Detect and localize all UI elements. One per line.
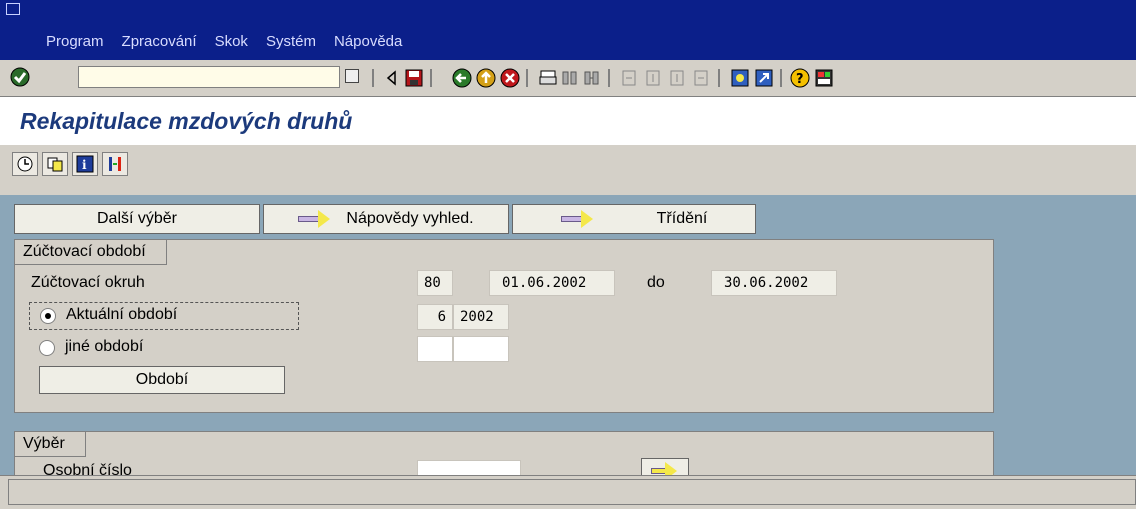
toolbar-separator — [430, 69, 432, 87]
application-toolbar: i — [0, 145, 1136, 195]
menu-system[interactable]: Systém — [266, 33, 316, 50]
collapse-icon[interactable] — [382, 68, 402, 88]
selection-group-title: Výběr — [15, 432, 86, 457]
menu-zpracovani[interactable]: Zpracování — [122, 33, 197, 50]
dalsi-vyber-button[interactable]: Další výběr — [14, 204, 260, 234]
personal-number-label: Osobní číslo — [43, 462, 132, 475]
selection-group: Výběr Osobní číslo — [14, 431, 994, 475]
toolbar-separator — [608, 69, 610, 87]
menu-napoveda[interactable]: Nápověda — [334, 33, 402, 50]
next-page-icon[interactable] — [668, 68, 688, 88]
status-message-field — [8, 479, 1136, 505]
trideni-button[interactable]: Třídění — [512, 204, 756, 234]
toolbar-separator — [526, 69, 528, 87]
arrow-right-icon — [298, 210, 331, 228]
svg-text:?: ? — [796, 72, 804, 87]
arrow-right-icon — [560, 210, 593, 228]
command-field[interactable] — [78, 66, 340, 88]
selection-screen: Další výběr Nápovědy vyhled. Třídění Zúč… — [0, 195, 1136, 475]
menu-program[interactable]: Program — [46, 33, 104, 50]
system-menu-icon[interactable] — [6, 3, 20, 15]
enter-icon[interactable] — [10, 67, 30, 87]
other-period-radio[interactable] — [39, 340, 55, 356]
get-variant-button[interactable] — [42, 152, 68, 176]
screen-title-area: Rekapitulace mzdových druhů — [0, 97, 1136, 145]
napovedy-vyhled-button[interactable]: Nápovědy vyhled. — [263, 204, 509, 234]
do-label: do — [647, 274, 665, 291]
menu-skok[interactable]: Skok — [215, 33, 248, 50]
exit-icon[interactable] — [476, 68, 496, 88]
personal-number-field[interactable] — [417, 460, 521, 475]
current-period-option[interactable]: Aktuální období — [29, 302, 299, 330]
toolbar-separator — [780, 69, 782, 87]
date-from-field: 01.06.2002 — [489, 270, 615, 296]
find-icon[interactable] — [560, 68, 580, 88]
shortcut-icon[interactable] — [754, 68, 774, 88]
multiple-selection-button[interactable] — [641, 458, 689, 475]
print-icon[interactable] — [538, 68, 558, 88]
toolbar-separator — [718, 69, 720, 87]
first-page-icon[interactable] — [620, 68, 640, 88]
page-title: Rekapitulace mzdových druhů — [20, 108, 353, 134]
current-period-label: Aktuální období — [66, 306, 178, 323]
obdobi-button[interactable]: Období — [39, 366, 285, 394]
selection-options-icon — [109, 157, 121, 171]
window-title-bar: Program Zpracování Skok Systém Nápověda — [0, 0, 1136, 60]
arrow-right-icon — [651, 462, 679, 475]
menu-bar: Program Zpracování Skok Systém Nápověda — [46, 33, 402, 50]
last-page-icon[interactable] — [692, 68, 712, 88]
find-next-icon[interactable] — [582, 68, 602, 88]
help-icon[interactable]: ? — [790, 68, 810, 88]
current-period-field: 6 — [417, 304, 453, 330]
info-icon: i — [76, 155, 94, 173]
period-group-title: Zúčtovací období — [15, 240, 167, 265]
other-year-field[interactable] — [453, 336, 509, 362]
date-to-field: 30.06.2002 — [711, 270, 837, 296]
svg-text:i: i — [82, 158, 87, 172]
previous-page-icon[interactable] — [644, 68, 664, 88]
other-period-field[interactable] — [417, 336, 453, 362]
back-icon[interactable] — [452, 68, 472, 88]
command-history-button[interactable] — [345, 69, 359, 83]
standard-toolbar: ? — [0, 60, 1136, 97]
get-variant-icon — [47, 157, 63, 172]
current-period-radio[interactable] — [40, 308, 56, 324]
layout-icon[interactable] — [814, 68, 834, 88]
okruh-label: Zúčtovací okruh — [31, 274, 145, 291]
execute-button[interactable] — [12, 152, 38, 176]
other-period-label: jiné období — [65, 338, 144, 355]
save-icon[interactable] — [404, 68, 424, 88]
status-bar — [0, 475, 1136, 509]
period-group: Zúčtovací období Zúčtovací okruh 80 01.0… — [14, 239, 994, 413]
current-year-field: 2002 — [453, 304, 509, 330]
toolbar-separator — [372, 69, 374, 87]
okruh-field[interactable]: 80 — [417, 270, 453, 296]
create-session-icon[interactable] — [730, 68, 750, 88]
info-button[interactable]: i — [72, 152, 98, 176]
execute-icon — [17, 156, 33, 172]
cancel-icon[interactable] — [500, 68, 520, 88]
selection-options-button[interactable] — [102, 152, 128, 176]
